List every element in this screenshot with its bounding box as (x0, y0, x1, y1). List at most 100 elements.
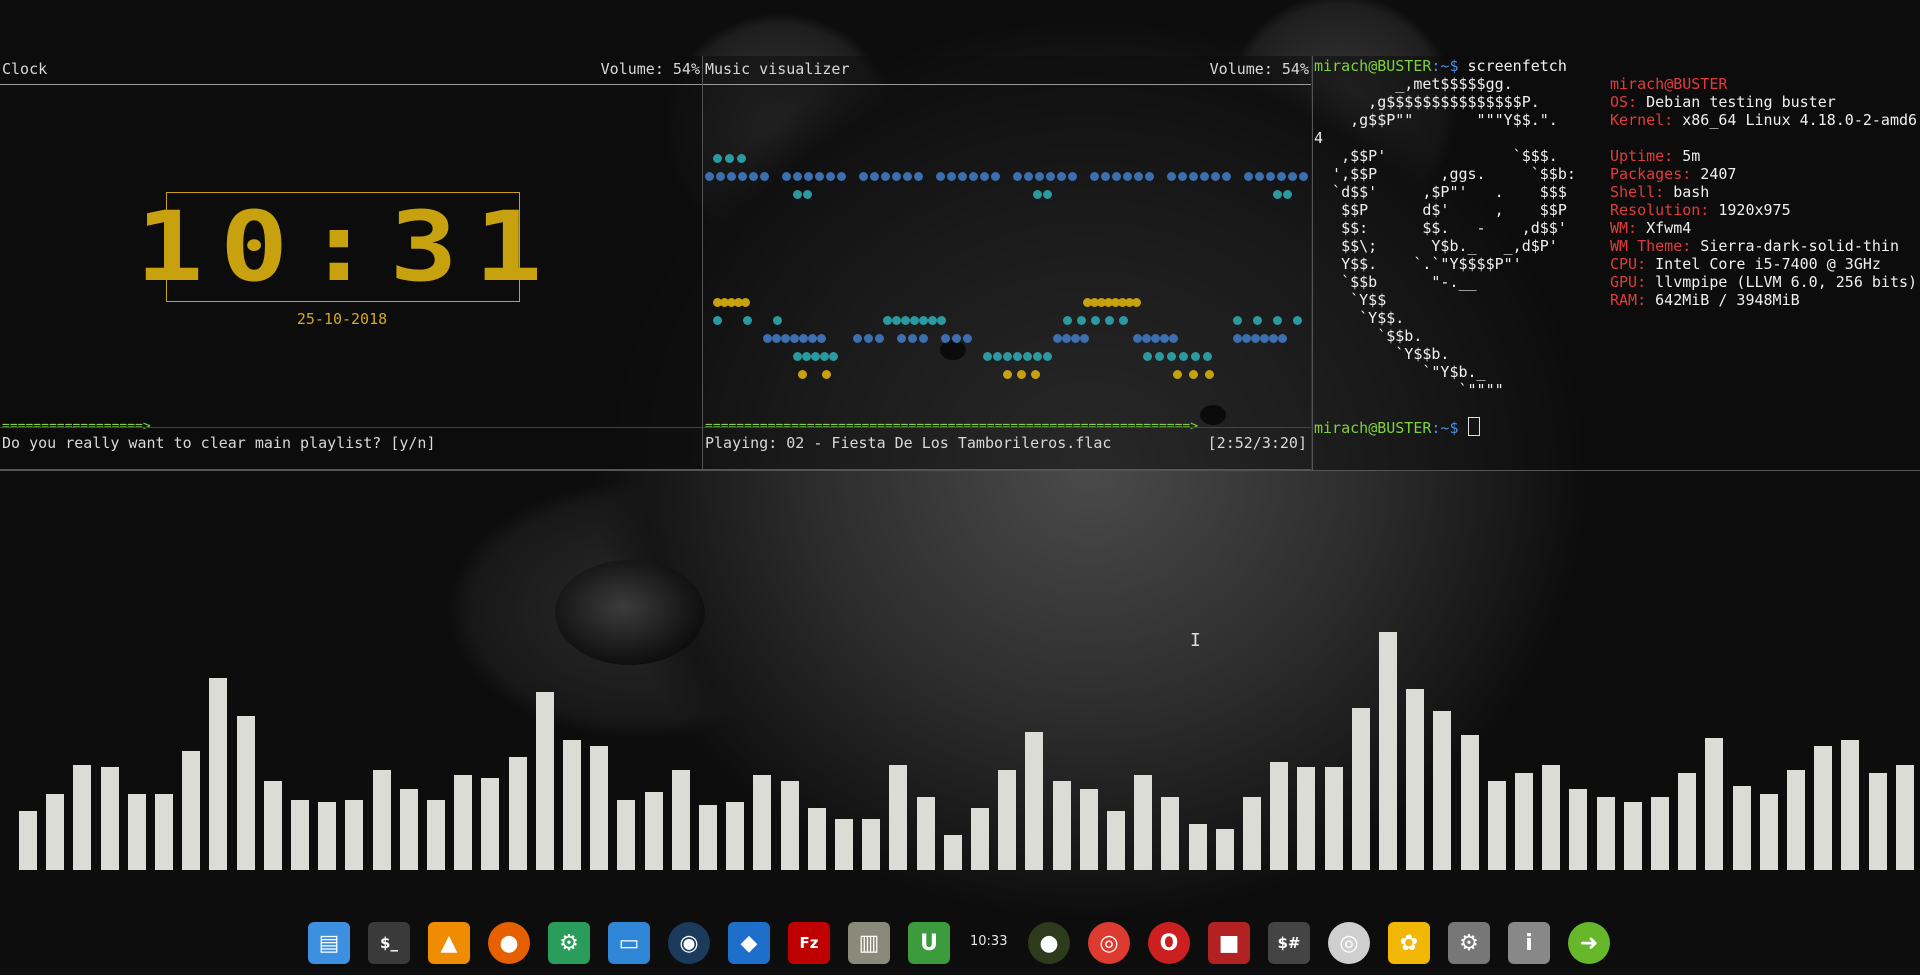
logo-line: 4 (1314, 129, 1324, 147)
system-info-row: OS: Debian testing buster (1610, 93, 1836, 111)
spectrum-bar (1814, 746, 1832, 870)
visualizer-dot (1233, 334, 1242, 343)
visualizer-dot (1173, 370, 1182, 379)
spectrum-bar (1243, 797, 1261, 870)
spectrum-bar (1705, 738, 1723, 870)
visualizer-dot (1043, 190, 1052, 199)
clock-frame: 10:31 (135, 192, 542, 302)
visualizer-dot (993, 352, 1002, 361)
visualizer-pane-top-rule (703, 84, 1311, 85)
visualizer-dot (1013, 352, 1022, 361)
system-info-row: Shell: bash (1610, 183, 1710, 201)
system-info-row: GPU: llvmpipe (LLVM 6.0, 256 bits) (1610, 273, 1918, 291)
visualizer-dot (763, 334, 772, 343)
pane-divider-1[interactable] (702, 56, 703, 470)
visualizer-dot (892, 316, 901, 325)
spectrum-bar (808, 808, 826, 870)
disc-burner-icon[interactable]: ◎ (1328, 922, 1370, 964)
visualizer-dot (1057, 172, 1066, 181)
screen-recorder-icon[interactable]: ■ (1208, 922, 1250, 964)
clear-playlist-prompt[interactable]: Do you really want to clear main playlis… (2, 434, 435, 452)
visualizer-dot (793, 352, 802, 361)
visualizer-dot (1179, 352, 1188, 361)
visualizer-dot (991, 172, 1000, 181)
system-info-icon[interactable]: i (1508, 922, 1550, 964)
logo-line: _,met$$$$$gg. (1314, 75, 1513, 93)
spectrum-bar (1297, 767, 1315, 870)
disk-settings-icon[interactable]: ⚙ (1448, 922, 1490, 964)
clock-pane-volume: Volume: 54% (600, 60, 700, 78)
visualizer-dot (958, 172, 967, 181)
spectrum-bar (1406, 689, 1424, 870)
spectrum-bar (699, 805, 717, 870)
visualizer-dot (829, 352, 838, 361)
visualizer-dot (952, 334, 961, 343)
root-terminal-icon[interactable]: $# (1268, 922, 1310, 964)
visualizer-dot (1068, 172, 1077, 181)
now-playing-text: Playing: 02 - Fiesta De Los Tamborileros… (705, 434, 1112, 452)
spectrum-bar (563, 740, 581, 870)
visualizer-dot (1211, 172, 1220, 181)
visualizer-dot (910, 316, 919, 325)
visualizer-dot (738, 172, 747, 181)
music-player-icon[interactable]: ● (1028, 922, 1070, 964)
screenfetch-terminal[interactable]: mirach@BUSTER:~$ screenfetch _,met$$$$$g… (1313, 56, 1920, 470)
photos-pinwheel-icon[interactable]: ✿ (1388, 922, 1430, 964)
spectrum-bar (128, 794, 146, 870)
debian-ascii-logo: _,met$$$$$gg. ,g$$$$$$$$$$$$$$$P. ,g$$P"… (1314, 75, 1576, 399)
visualizer-dot (804, 172, 813, 181)
clock-pane-title: Clock (2, 60, 48, 78)
visualizer-dot (1062, 334, 1071, 343)
logo-line: `$$b "-.__ (1314, 273, 1477, 291)
visualizer-dot (903, 172, 912, 181)
spectrum-bar (264, 781, 282, 870)
visualizer-dot (781, 334, 790, 343)
vlc-icon[interactable]: ▲ (428, 922, 470, 964)
visualizer-dot (1169, 334, 1178, 343)
firefox-icon[interactable]: ● (488, 922, 530, 964)
water-drop-icon[interactable]: ◆ (728, 922, 770, 964)
visualizer-dot (1299, 172, 1308, 181)
visualizer-dot (815, 172, 824, 181)
system-info-row: Uptime: 5m (1610, 147, 1701, 165)
dock-clock[interactable]: 10:33 (970, 934, 1007, 949)
visualizer-dot (883, 316, 892, 325)
chrome-icon[interactable]: ◎ (1088, 922, 1130, 964)
visualizer-dot (1273, 316, 1282, 325)
spectrum-bar (1841, 740, 1859, 870)
visualizer-dot (1003, 370, 1012, 379)
visualizer-pane-volume: Volume: 54% (1209, 60, 1309, 78)
visualizer-dot (1053, 334, 1062, 343)
logo-line: `"""" (1314, 381, 1504, 399)
filezilla-icon[interactable]: Fz (788, 922, 830, 964)
visualizer-dot (817, 334, 826, 343)
steam-icon[interactable]: ◉ (668, 922, 710, 964)
spectrum-bar (155, 794, 173, 870)
visualizer-dot (798, 370, 807, 379)
settings-gear-icon[interactable]: ⚙ (548, 922, 590, 964)
spectrum-bar (427, 800, 445, 870)
command-prompt: mirach@BUSTER:~$ screenfetch (1314, 57, 1567, 75)
terminal-icon[interactable]: $_ (368, 922, 410, 964)
visualizer-pane[interactable]: Music visualizer Volume: 54% ===========… (703, 56, 1311, 470)
spectrum-bar (1189, 824, 1207, 870)
visualizer-dot (1077, 316, 1086, 325)
archive-manager-icon[interactable]: ▥ (848, 922, 890, 964)
upwork-icon[interactable]: U (908, 922, 950, 964)
update-arrow-icon[interactable]: ➜ (1568, 922, 1610, 964)
visualizer-dot (1160, 334, 1169, 343)
visualizer-dot (1031, 370, 1040, 379)
spectrum-bar (1678, 773, 1696, 870)
visualizer-dot (1277, 172, 1286, 181)
desktop-icon[interactable]: ▭ (608, 922, 650, 964)
visualizer-dot (1003, 352, 1012, 361)
visualizer-dot (741, 298, 750, 307)
opera-icon[interactable]: O (1148, 922, 1190, 964)
clock-pane[interactable]: Clock Volume: 54% 10:31 25-10-2018 =====… (0, 56, 702, 470)
active-prompt[interactable]: mirach@BUSTER:~$ (1314, 417, 1480, 437)
file-manager-icon[interactable]: ▤ (308, 922, 350, 964)
logo-line: `Y$$. (1314, 309, 1405, 327)
visualizer-dot (1017, 370, 1026, 379)
visualizer-dot (1080, 334, 1089, 343)
visualizer-dot (782, 172, 791, 181)
